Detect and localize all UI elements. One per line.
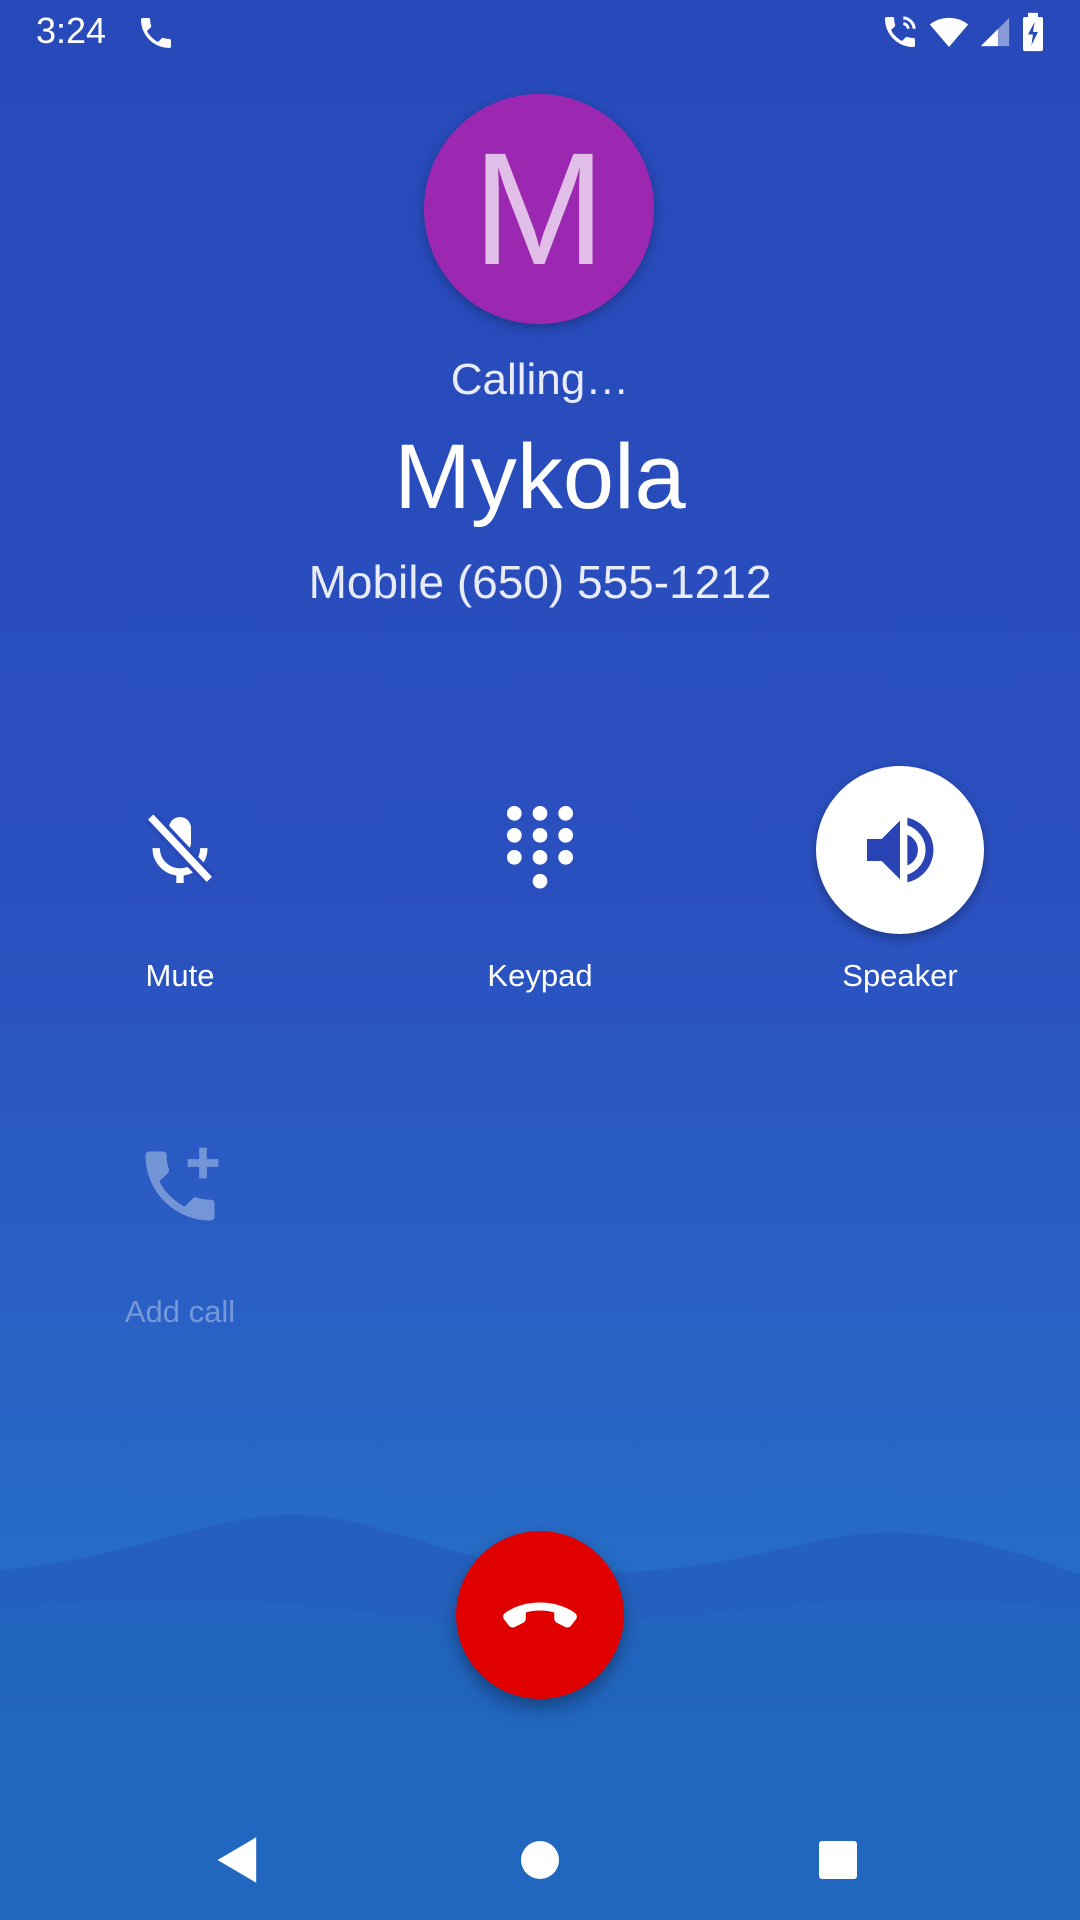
mute-button-circle[interactable] [96, 766, 264, 934]
add-call-label: Add call [124, 1294, 236, 1329]
call-end-icon [503, 1602, 577, 1628]
wifi-calling-icon [885, 16, 916, 47]
speaker-button[interactable]: Speaker [770, 766, 1030, 994]
speaker-icon [867, 817, 934, 883]
home-icon [521, 1841, 559, 1879]
navigation-bar [0, 1800, 1080, 1920]
battery-charging-icon [1023, 12, 1043, 52]
avatar-letter: M [472, 119, 606, 298]
mute-label: Mute [145, 958, 215, 993]
dialpad-icon [507, 806, 573, 889]
speaker-label: Speaker [842, 958, 958, 993]
back-icon [217, 1837, 257, 1883]
wifi-icon [929, 17, 969, 47]
contact-number: Mobile (650) 555-1212 [308, 556, 772, 608]
keypad-button-circle[interactable] [456, 766, 624, 934]
recents-icon [819, 1841, 857, 1879]
mic-off-icon [145, 811, 215, 885]
add-call-button[interactable]: Add call [50, 1102, 310, 1330]
mute-button[interactable]: Mute [50, 766, 310, 994]
call-status: Calling… [450, 355, 630, 404]
nav-back-button[interactable] [198, 1820, 278, 1900]
status-bar: 3:24 [0, 0, 1080, 64]
keypad-button[interactable]: Keypad [410, 766, 670, 994]
status-time: 3:24 [36, 10, 107, 51]
end-call-button[interactable] [456, 1531, 624, 1699]
contact-avatar: M [424, 94, 654, 324]
keypad-label: Keypad [487, 958, 593, 993]
nav-home-button[interactable] [500, 1820, 580, 1900]
add-call-icon [145, 1147, 219, 1221]
add-call-button-circle[interactable] [96, 1102, 264, 1270]
speaker-button-circle[interactable] [816, 766, 984, 934]
contact-name: Mykola [394, 426, 686, 528]
nav-recents-button[interactable] [798, 1820, 878, 1900]
signal-icon [980, 17, 1010, 47]
phone-icon [141, 18, 171, 48]
